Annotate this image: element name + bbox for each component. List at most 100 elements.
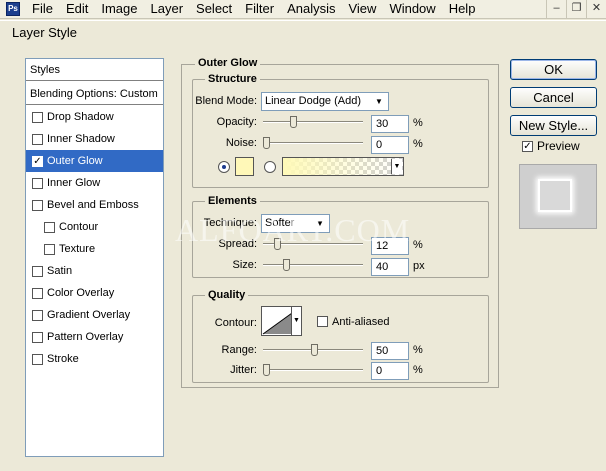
bevel-and-emboss-checkbox[interactable]	[32, 199, 43, 211]
style-item-label: Inner Glow	[47, 177, 101, 189]
blend-mode-select[interactable]: Linear Dodge (Add) ▼	[261, 92, 389, 111]
new-style-button[interactable]: New Style...	[510, 115, 597, 136]
ok-button[interactable]: OK	[510, 59, 597, 80]
dialog-title: Layer Style	[12, 24, 78, 40]
spread-unit: %	[413, 239, 423, 251]
structure-title: Structure	[205, 73, 260, 85]
menu-filter[interactable]: Filter	[239, 0, 281, 18]
noise-slider-track[interactable]	[263, 142, 363, 144]
style-item-texture[interactable]: Texture	[26, 238, 163, 260]
outer-glow-title: Outer Glow	[195, 57, 261, 69]
gradient-radio[interactable]	[264, 161, 276, 173]
style-item-outer-glow[interactable]: ✓ Outer Glow	[26, 150, 163, 172]
glow-gradient-picker[interactable]: ▼	[282, 157, 404, 176]
menu-analysis[interactable]: Analysis	[281, 0, 342, 18]
style-item-pattern-overlay[interactable]: Pattern Overlay	[26, 326, 163, 348]
stroke-checkbox[interactable]	[32, 353, 43, 365]
chevron-down-icon[interactable]: ▼	[291, 306, 302, 336]
noise-input[interactable]: 0	[371, 136, 409, 154]
opacity-unit: %	[413, 117, 423, 129]
style-item-drop-shadow[interactable]: Drop Shadow	[26, 106, 163, 128]
style-item-label: Pattern Overlay	[47, 331, 124, 343]
glow-color-swatch[interactable]	[235, 157, 254, 176]
opacity-slider-thumb[interactable]	[290, 116, 297, 128]
style-item-bevel-and-emboss[interactable]: Bevel and Emboss	[26, 194, 163, 216]
blend-mode-value: Linear Dodge (Add)	[265, 95, 362, 107]
satin-checkbox[interactable]	[32, 265, 43, 277]
blend-mode-label: Blend Mode:	[195, 95, 257, 107]
menu-window[interactable]: Window	[383, 0, 442, 18]
jitter-unit: %	[413, 364, 423, 376]
jitter-input[interactable]: 0	[371, 362, 409, 380]
noise-unit: %	[413, 138, 423, 150]
size-label: Size:	[232, 259, 257, 271]
close-icon[interactable]: ✕	[586, 0, 606, 18]
gradient-overlay-checkbox[interactable]	[32, 309, 43, 321]
menu-bar: Ps File Edit Image Layer Select Filter A…	[0, 0, 606, 19]
menu-edit[interactable]: Edit	[60, 0, 95, 18]
size-input[interactable]: 40	[371, 258, 409, 276]
styles-header[interactable]: Styles	[26, 59, 163, 81]
restore-icon[interactable]: ❐	[566, 0, 586, 18]
size-unit: px	[413, 260, 425, 272]
menu-help[interactable]: Help	[443, 0, 483, 18]
photoshop-app-icon[interactable]: Ps	[6, 2, 20, 16]
anti-aliased-checkbox[interactable]	[317, 316, 328, 327]
size-slider-track[interactable]	[263, 264, 363, 266]
cancel-button[interactable]: Cancel	[510, 87, 597, 108]
solid-color-radio[interactable]	[218, 161, 230, 173]
style-item-satin[interactable]: Satin	[26, 260, 163, 282]
style-item-label: Contour	[59, 221, 99, 233]
pattern-overlay-checkbox[interactable]	[32, 331, 43, 343]
jitter-slider-track[interactable]	[263, 369, 363, 371]
style-item-gradient-overlay[interactable]: Gradient Overlay	[26, 304, 163, 326]
opacity-label: Opacity:	[216, 116, 257, 128]
quality-title: Quality	[205, 289, 249, 301]
style-item-label: Drop Shadow	[47, 111, 114, 123]
range-slider-thumb[interactable]	[311, 344, 318, 356]
contour-label: Contour:	[214, 317, 257, 329]
minimize-icon[interactable]: –	[546, 0, 566, 18]
style-item-stroke[interactable]: Stroke	[26, 348, 163, 370]
anti-aliased-label: Anti-aliased	[332, 316, 390, 328]
style-item-contour[interactable]: Contour	[26, 216, 163, 238]
opacity-input[interactable]: 30	[371, 115, 409, 133]
outer-glow-checkbox[interactable]: ✓	[32, 155, 43, 167]
blending-options-label: Blending Options: Custom	[30, 87, 158, 100]
menu-select[interactable]: Select	[190, 0, 239, 18]
elements-title: Elements	[205, 195, 260, 207]
jitter-slider-thumb[interactable]	[263, 364, 270, 376]
chevron-down-icon: ▼	[375, 97, 383, 106]
texture-checkbox[interactable]	[44, 243, 55, 255]
style-item-label: Gradient Overlay	[47, 309, 131, 321]
menu-file[interactable]: File	[26, 0, 60, 18]
dialog-titlebar: Layer Style	[0, 20, 606, 43]
style-item-inner-shadow[interactable]: Inner Shadow	[26, 128, 163, 150]
style-item-color-overlay[interactable]: Color Overlay	[26, 282, 163, 304]
menu-view[interactable]: View	[342, 0, 383, 18]
opacity-slider-track[interactable]	[263, 121, 363, 123]
inner-glow-checkbox[interactable]	[32, 177, 43, 189]
contour-checkbox[interactable]	[44, 221, 55, 233]
styles-header-label: Styles	[30, 63, 60, 76]
watermark: ALFOART.COM	[175, 212, 411, 248]
style-item-label: Bevel and Emboss	[47, 199, 139, 211]
drop-shadow-checkbox[interactable]	[32, 111, 43, 123]
inner-shadow-checkbox[interactable]	[32, 133, 43, 145]
menu-layer[interactable]: Layer	[145, 0, 191, 18]
blending-options[interactable]: Blending Options: Custom	[26, 83, 163, 105]
noise-slider-thumb[interactable]	[263, 137, 270, 149]
style-item-label: Color Overlay	[47, 287, 115, 299]
preview-label: Preview	[537, 139, 580, 153]
color-overlay-checkbox[interactable]	[32, 287, 43, 299]
menu-image[interactable]: Image	[95, 0, 144, 18]
preview-toggle[interactable]: ✓ Preview	[522, 139, 580, 153]
size-slider-thumb[interactable]	[283, 259, 290, 271]
range-label: Range:	[221, 344, 257, 356]
chevron-down-icon[interactable]: ▼	[391, 159, 402, 174]
jitter-label: Jitter:	[230, 364, 257, 376]
preview-checkbox[interactable]: ✓	[522, 140, 533, 152]
range-input[interactable]: 50	[371, 342, 409, 360]
noise-label: Noise:	[225, 137, 257, 149]
style-item-inner-glow[interactable]: Inner Glow	[26, 172, 163, 194]
